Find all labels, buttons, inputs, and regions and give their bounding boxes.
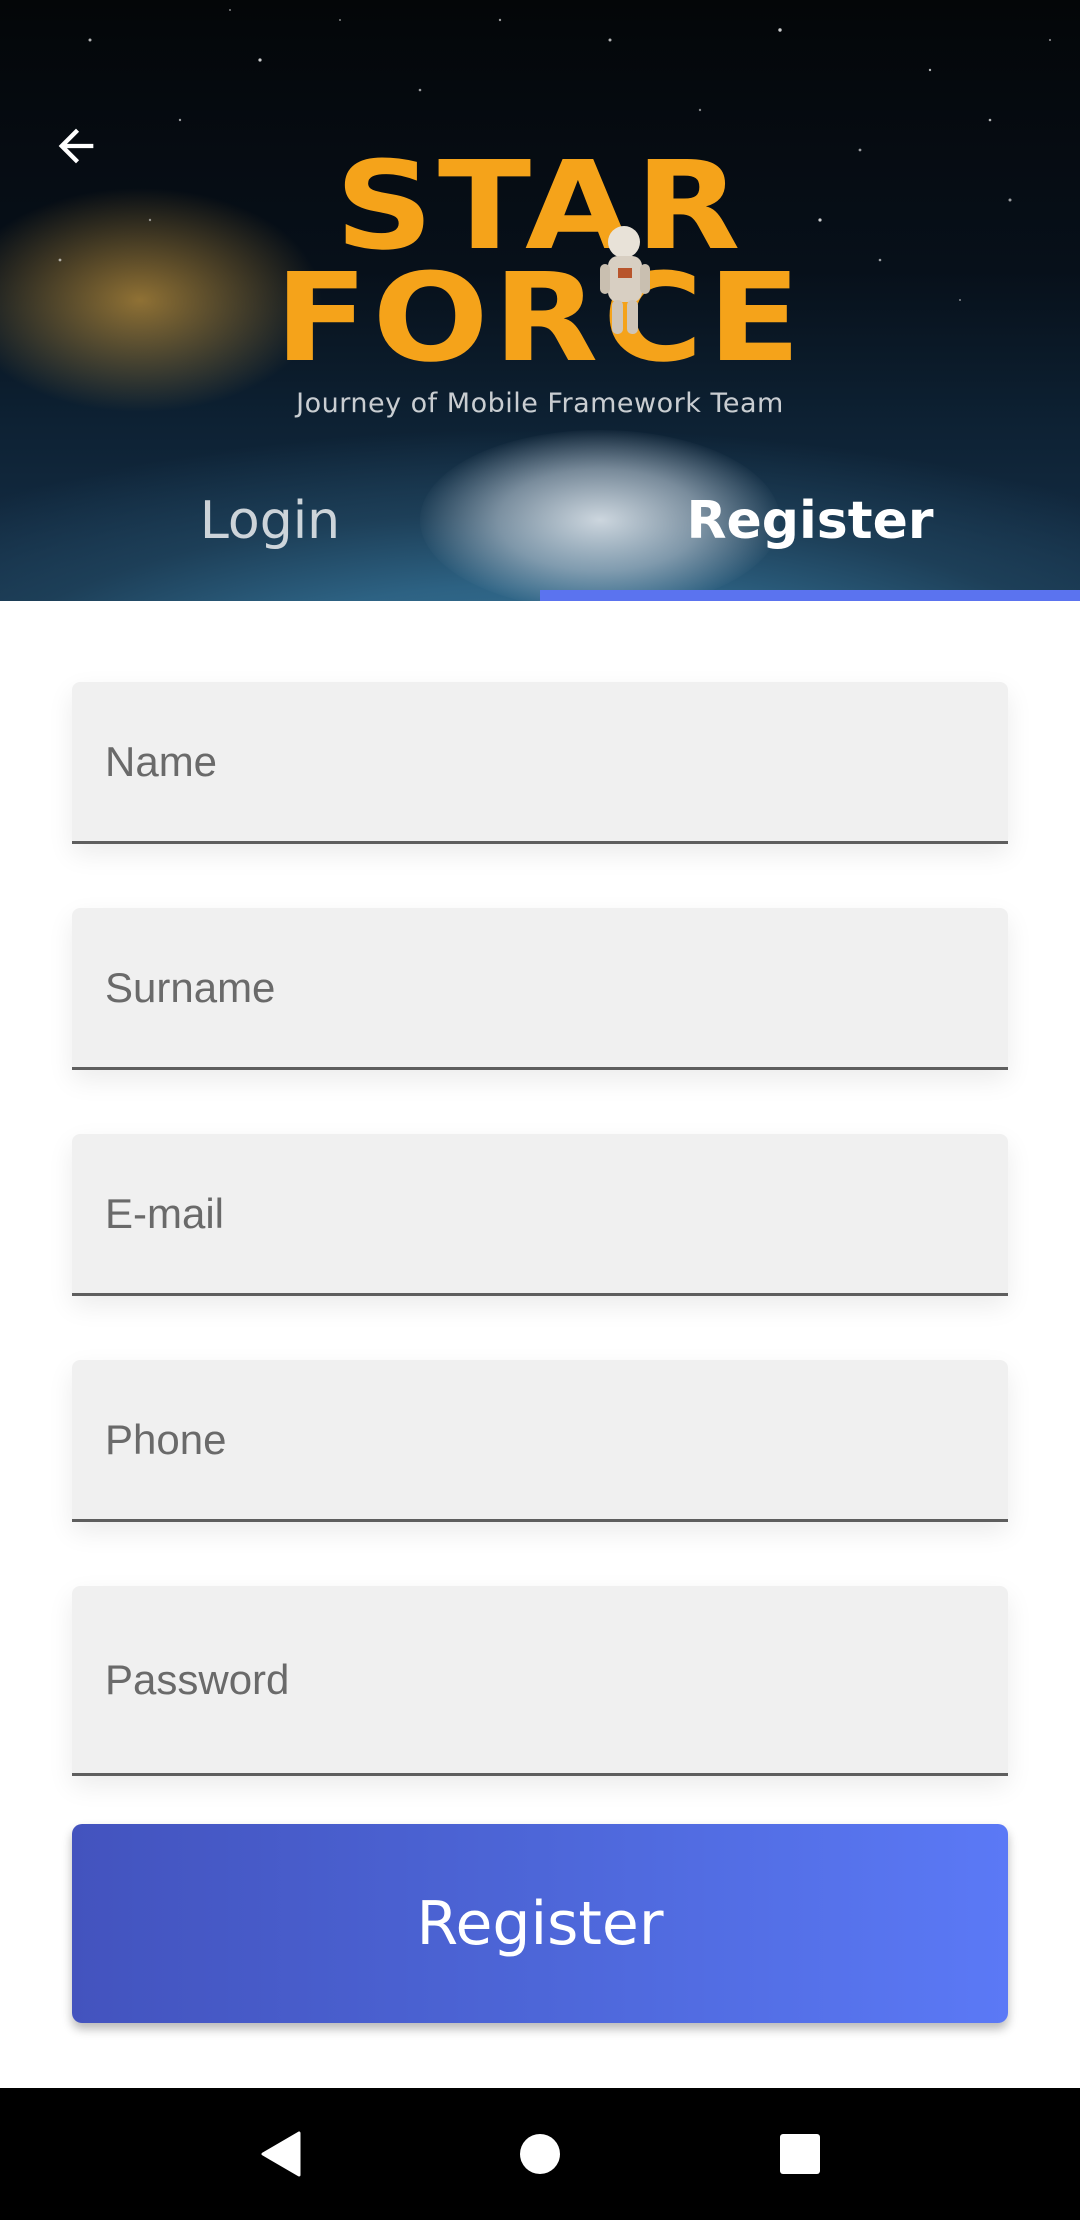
nav-home-button[interactable]	[500, 2114, 580, 2194]
system-navigation-bar	[0, 2088, 1080, 2220]
logo-line-star: STAR	[335, 135, 745, 277]
nav-recents-button[interactable]	[760, 2114, 840, 2194]
starforce-logo: STAR FORCE Journey of Mobile Framework T…	[270, 145, 810, 450]
back-button[interactable]	[36, 106, 116, 186]
surname-input[interactable]	[72, 908, 1008, 1067]
surname-field-container	[72, 908, 1008, 1070]
register-form	[72, 682, 1008, 1776]
name-field-container	[72, 682, 1008, 844]
tab-login[interactable]: Login	[0, 470, 540, 601]
nav-back-icon	[261, 2131, 301, 2177]
password-input[interactable]	[72, 1586, 1008, 1773]
arrow-left-icon	[58, 128, 94, 164]
logo-line-force: FORCE	[274, 247, 806, 389]
phone-field-container	[72, 1360, 1008, 1522]
register-button[interactable]: Register	[72, 1824, 1008, 2023]
password-field-container	[72, 1586, 1008, 1776]
astronaut-icon	[600, 226, 650, 334]
name-input[interactable]	[72, 682, 1008, 841]
header-banner: STAR FORCE Journey of Mobile Framework T…	[0, 0, 1080, 601]
logo-subtitle: Journey of Mobile Framework Team	[296, 388, 784, 419]
email-input[interactable]	[72, 1134, 1008, 1293]
auth-tabs: Login Register	[0, 470, 1080, 601]
phone-input[interactable]	[72, 1360, 1008, 1519]
tab-register[interactable]: Register	[540, 470, 1080, 601]
active-tab-indicator	[540, 590, 1080, 601]
nav-back-button[interactable]	[240, 2114, 320, 2194]
nav-recents-icon	[780, 2134, 820, 2174]
nav-home-icon	[520, 2134, 560, 2174]
email-field-container	[72, 1134, 1008, 1296]
